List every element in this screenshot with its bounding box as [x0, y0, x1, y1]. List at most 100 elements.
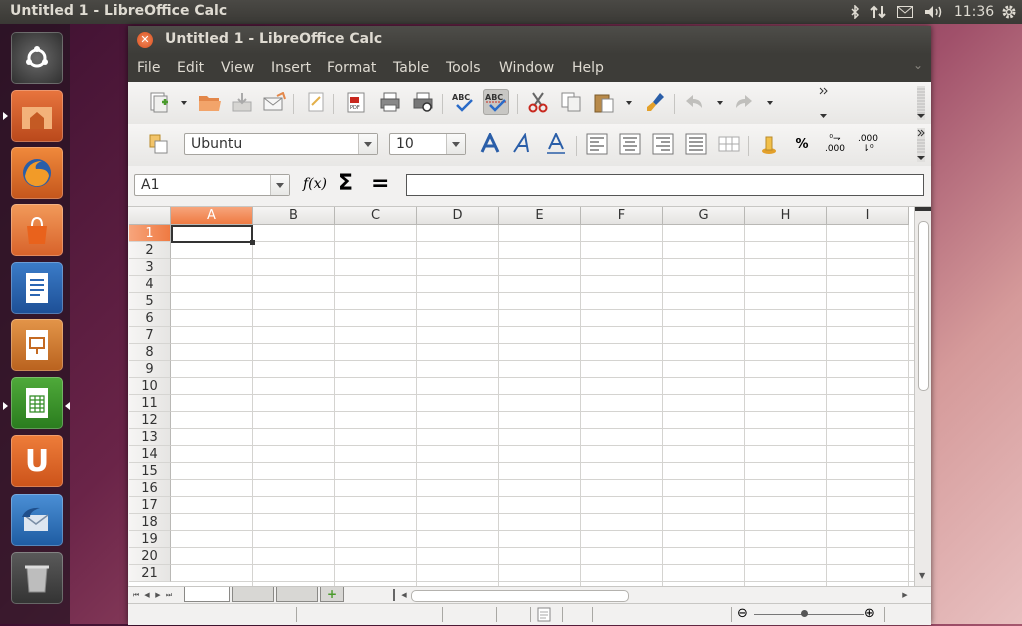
- column-header-h[interactable]: H: [745, 207, 827, 225]
- menu-edit[interactable]: Edit: [177, 60, 204, 76]
- spellcheck-button[interactable]: ABC: [450, 89, 476, 115]
- impress-launcher[interactable]: [11, 319, 63, 371]
- paste-button[interactable]: [591, 89, 617, 115]
- name-box[interactable]: A1: [134, 174, 290, 196]
- row-header-7[interactable]: 7: [129, 327, 171, 344]
- ubuntu-one-launcher[interactable]: U: [11, 435, 63, 487]
- row-header-9[interactable]: 9: [129, 361, 171, 378]
- row-header-5[interactable]: 5: [129, 293, 171, 310]
- menu-view[interactable]: View: [221, 60, 254, 76]
- menu-tools[interactable]: Tools: [446, 60, 481, 76]
- save-button[interactable]: [229, 89, 255, 115]
- menu-insert[interactable]: Insert: [271, 60, 311, 76]
- row-header-12[interactable]: 12: [129, 412, 171, 429]
- document-modified-icon[interactable]: [537, 607, 551, 626]
- network-icon[interactable]: [868, 0, 888, 24]
- column-header-c[interactable]: C: [335, 207, 417, 225]
- edit-file-button[interactable]: [303, 89, 329, 115]
- next-sheet-icon[interactable]: ▶: [154, 590, 162, 600]
- toolbar-overflow-chevron-icon[interactable]: [819, 86, 828, 120]
- horizontal-scroll-thumb[interactable]: [411, 590, 629, 602]
- row-header-1[interactable]: 1: [129, 225, 171, 242]
- menu-table[interactable]: Table: [393, 60, 429, 76]
- menu-window[interactable]: Window: [499, 60, 554, 76]
- row-header-3[interactable]: 3: [129, 259, 171, 276]
- formula-input[interactable]: [406, 174, 924, 196]
- bluetooth-icon[interactable]: [846, 0, 864, 24]
- bold-button[interactable]: [477, 131, 503, 157]
- undo-button[interactable]: [681, 89, 707, 115]
- row-header-8[interactable]: 8: [129, 344, 171, 361]
- align-right-button[interactable]: [650, 131, 676, 157]
- merge-cells-button[interactable]: [716, 131, 742, 157]
- column-header-a[interactable]: A: [171, 207, 253, 225]
- firefox-launcher[interactable]: [11, 147, 63, 199]
- calc-launcher[interactable]: [11, 377, 63, 429]
- row-header-6[interactable]: 6: [129, 310, 171, 327]
- tab-splitter[interactable]: [393, 589, 395, 601]
- italic-button[interactable]: [510, 131, 536, 157]
- justify-button[interactable]: [683, 131, 709, 157]
- function-wizard-button[interactable]: f(x): [303, 176, 327, 192]
- menu-help[interactable]: Help: [572, 60, 604, 76]
- cut-button[interactable]: [525, 89, 551, 115]
- function-button[interactable]: =: [371, 171, 389, 196]
- new-dropdown-chevron-icon[interactable]: [181, 101, 187, 105]
- row-header-4[interactable]: 4: [129, 276, 171, 293]
- column-header-e[interactable]: E: [499, 207, 581, 225]
- scroll-down-icon[interactable]: ▼: [919, 571, 925, 580]
- row-header-13[interactable]: 13: [129, 429, 171, 446]
- vertical-scrollbar[interactable]: ▼: [914, 207, 931, 586]
- font-size-combo[interactable]: 10: [389, 133, 466, 155]
- print-button[interactable]: [377, 89, 403, 115]
- close-button[interactable]: ✕: [137, 32, 153, 48]
- previous-sheet-icon[interactable]: ◀: [143, 590, 151, 600]
- scroll-right-icon[interactable]: ▶: [901, 590, 909, 600]
- row-header-2[interactable]: 2: [129, 242, 171, 259]
- column-header-i[interactable]: I: [827, 207, 909, 225]
- volume-icon[interactable]: [922, 0, 946, 24]
- row-header-17[interactable]: 17: [129, 497, 171, 514]
- clock[interactable]: 11:36: [954, 0, 994, 24]
- vertical-scroll-thumb[interactable]: [918, 221, 929, 391]
- files-launcher[interactable]: [11, 90, 63, 142]
- redo-dropdown-chevron-icon[interactable]: [767, 101, 773, 105]
- column-header-g[interactable]: G: [663, 207, 745, 225]
- zoom-slider-track[interactable]: [754, 614, 864, 615]
- export-pdf-button[interactable]: PDF: [343, 89, 369, 115]
- gear-icon[interactable]: [998, 0, 1020, 24]
- row-header-14[interactable]: 14: [129, 446, 171, 463]
- sum-button[interactable]: Σ: [338, 171, 353, 196]
- active-cell[interactable]: [171, 225, 253, 243]
- sheet-tab-1[interactable]: [184, 587, 230, 602]
- select-all-corner[interactable]: [129, 207, 171, 225]
- autospellcheck-toggle[interactable]: ABC: [483, 89, 509, 115]
- row-header-21[interactable]: 21: [129, 565, 171, 582]
- redo-button[interactable]: [731, 89, 757, 115]
- zoom-in-icon[interactable]: ⊕: [864, 606, 875, 621]
- sheet-tab-3[interactable]: [276, 587, 318, 602]
- row-header-15[interactable]: 15: [129, 463, 171, 480]
- insert-sheet-button[interactable]: +: [320, 587, 344, 602]
- align-left-button[interactable]: [584, 131, 610, 157]
- undo-dropdown-chevron-icon[interactable]: [717, 101, 723, 105]
- trash-launcher[interactable]: [11, 552, 63, 604]
- sheet-tab-2[interactable]: [232, 587, 274, 602]
- email-button[interactable]: [262, 89, 288, 115]
- software-center-launcher[interactable]: [11, 204, 63, 256]
- styles-button[interactable]: [145, 131, 171, 157]
- row-header-20[interactable]: 20: [129, 548, 171, 565]
- row-header-16[interactable]: 16: [129, 480, 171, 497]
- writer-launcher[interactable]: [11, 262, 63, 314]
- toolbar-grip[interactable]: [917, 128, 925, 162]
- window-titlebar[interactable]: ✕ Untitled 1 - LibreOffice Calc: [128, 26, 931, 54]
- menu-format[interactable]: Format: [327, 60, 376, 76]
- open-button[interactable]: [197, 89, 223, 115]
- menu-collapse-chevron-icon[interactable]: ⌄: [913, 58, 923, 72]
- currency-format-button[interactable]: [757, 131, 783, 157]
- row-header-18[interactable]: 18: [129, 514, 171, 531]
- split-handle[interactable]: [915, 207, 931, 211]
- mail-icon[interactable]: [895, 0, 915, 24]
- font-name-dropdown-chevron-icon[interactable]: [358, 134, 377, 154]
- add-decimal-button[interactable]: ⁰⇁ .000: [822, 131, 848, 157]
